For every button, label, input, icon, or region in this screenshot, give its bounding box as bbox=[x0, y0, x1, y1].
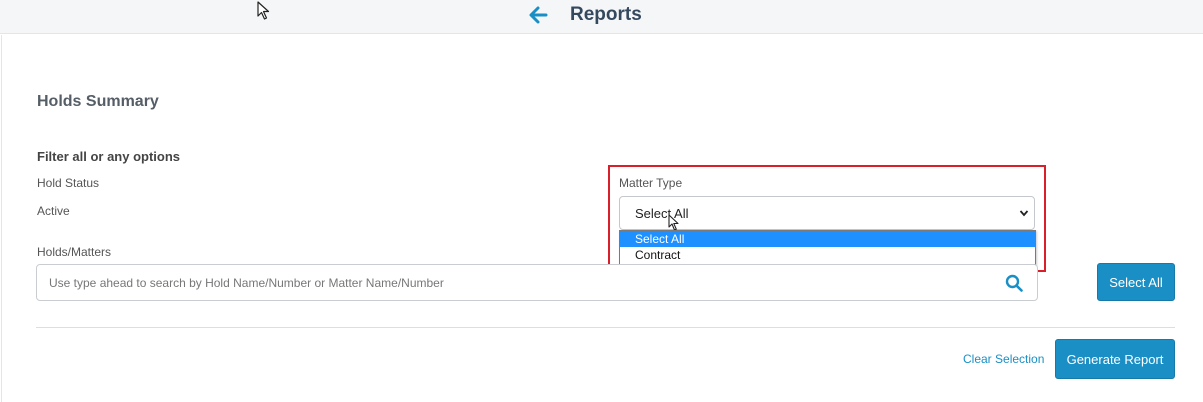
mouse-pointer-icon bbox=[257, 1, 270, 20]
matter-type-dropdown: Select All Contract bbox=[619, 230, 1036, 265]
search-icon[interactable] bbox=[1005, 274, 1023, 292]
chevron-down-icon bbox=[1019, 210, 1029, 217]
matter-type-select[interactable]: Select All bbox=[619, 196, 1035, 230]
filter-heading: Filter all or any options bbox=[37, 149, 181, 164]
holds-matters-label: Holds/Matters bbox=[37, 245, 112, 259]
back-arrow-icon[interactable] bbox=[527, 4, 549, 26]
matter-type-label: Matter Type bbox=[619, 176, 683, 190]
matter-type-option-contract[interactable]: Contract bbox=[620, 247, 1035, 263]
top-bar: Reports bbox=[0, 0, 1203, 34]
page-title: Reports bbox=[570, 4, 642, 25]
hold-status-value[interactable]: Active bbox=[37, 204, 70, 218]
matter-type-option-select-all[interactable]: Select All bbox=[620, 231, 1035, 247]
reports-page: Reports Holds Summary Filter all or any … bbox=[0, 0, 1203, 402]
holds-matters-search bbox=[36, 264, 1038, 301]
matter-type-selected-value: Select All bbox=[635, 206, 689, 221]
generate-report-button[interactable]: Generate Report bbox=[1055, 339, 1175, 379]
section-divider bbox=[36, 327, 1175, 328]
holds-matters-search-input[interactable] bbox=[49, 265, 989, 300]
select-all-button[interactable]: Select All bbox=[1097, 263, 1175, 301]
clear-selection-link[interactable]: Clear Selection bbox=[963, 352, 1044, 366]
hold-status-label: Hold Status bbox=[37, 176, 100, 190]
report-title: Holds Summary bbox=[37, 93, 159, 110]
